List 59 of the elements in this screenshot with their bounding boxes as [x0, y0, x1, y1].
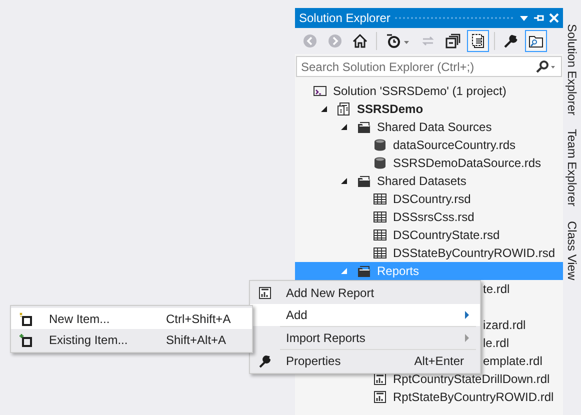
database-icon	[373, 138, 387, 152]
wrench-icon	[258, 354, 272, 368]
database-icon	[373, 156, 387, 170]
side-tab[interactable]: Team Explorer	[563, 129, 581, 207]
search-icon[interactable]	[535, 60, 557, 74]
add-item-icon	[19, 332, 33, 346]
history-icon	[385, 33, 411, 49]
home-icon	[352, 33, 368, 49]
folder-icon	[357, 264, 371, 278]
menu-item[interactable]: New Item... Ctrl+Shift+A	[11, 308, 252, 329]
solution-icon	[313, 84, 327, 98]
tree-item[interactable]: SSRSDemoDataSource.rds	[295, 154, 563, 172]
folder-icon	[357, 120, 371, 134]
tree-item[interactable]: le.rdl	[483, 334, 510, 352]
tree-item[interactable]: te.rdl	[483, 280, 510, 298]
pin-icon[interactable]	[533, 13, 545, 23]
tree-item[interactable]: DSStateByCountryROWID.rsd	[295, 244, 563, 262]
report-icon	[258, 286, 272, 300]
tree-item[interactable]: Shared Datasets	[295, 172, 563, 190]
close-icon[interactable]	[549, 13, 559, 23]
grid-icon	[373, 228, 387, 242]
files-icon	[470, 33, 486, 49]
tree-item[interactable]: DSCountryState.rsd	[295, 226, 563, 244]
grid-icon	[373, 192, 387, 206]
menu-item[interactable]: Add New Report	[250, 282, 480, 304]
search-field[interactable]: Search Solution Explorer (Ctrl+;)	[296, 56, 562, 77]
grid-icon	[373, 246, 387, 260]
toolbar-button[interactable]	[525, 30, 547, 52]
project-icon	[337, 102, 351, 116]
tree-item[interactable]: emplate.rdl	[483, 352, 542, 370]
folder-icon	[357, 174, 371, 188]
dropdown-icon[interactable]	[519, 13, 529, 23]
expanded-arrow-icon[interactable]	[339, 176, 349, 186]
side-tab[interactable]: Solution Explorer	[563, 24, 581, 116]
back-icon	[302, 33, 318, 49]
toolbar-button[interactable]	[467, 30, 489, 52]
tree-item[interactable]: SSRSDemo	[295, 100, 563, 118]
grid-icon	[373, 210, 387, 224]
wrench-icon	[503, 33, 519, 49]
tree-item[interactable]: izard.rdl	[483, 316, 526, 334]
preview-folder-icon	[528, 33, 544, 49]
menu-item[interactable]: Existing Item... Shift+Alt+A	[11, 329, 252, 350]
tree-item[interactable]: DSSsrsCss.rsd	[295, 208, 563, 226]
tree-item[interactable]: dataSourceCountry.rds	[295, 136, 563, 154]
side-tab[interactable]: Class View	[563, 220, 581, 280]
tree-item[interactable]: DSCountry.rsd	[295, 190, 563, 208]
report-icon	[373, 372, 387, 386]
submenu-arrow-icon	[464, 311, 470, 319]
collapse-all-icon	[445, 33, 461, 49]
tree-item[interactable]: Shared Data Sources	[295, 118, 563, 136]
new-item-icon	[19, 312, 33, 326]
menu-item[interactable]: Properties Alt+Enter	[250, 350, 480, 372]
submenu-arrow-icon	[464, 334, 470, 342]
forward-icon	[327, 33, 343, 49]
menu-item[interactable]: Add	[250, 304, 480, 326]
tree-item[interactable]: Solution 'SSRSDemo' (1 project)	[295, 82, 563, 100]
tree-item[interactable]: RptStateByCountryROWID.rdl	[295, 388, 563, 406]
panel-title: Solution Explorer	[299, 10, 390, 27]
report-icon	[373, 390, 387, 404]
